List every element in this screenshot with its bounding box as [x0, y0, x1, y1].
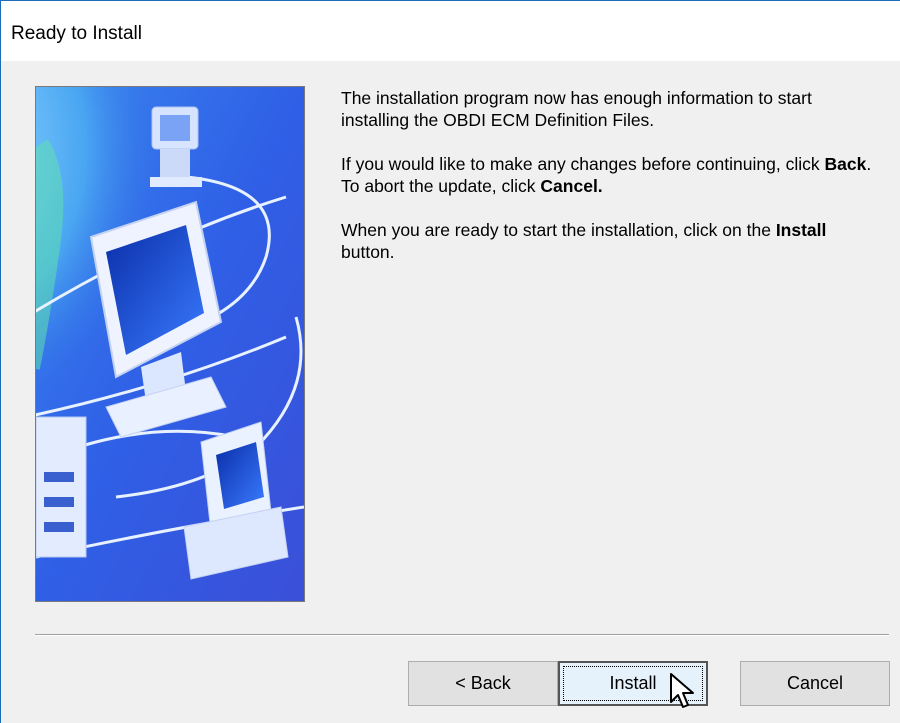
server-icon — [36, 416, 87, 558]
install-button-label: Install — [609, 673, 657, 693]
header-panel: Ready to Install — [1, 1, 900, 61]
instruction-text: The installation program now has enough … — [341, 87, 881, 285]
cancel-button[interactable]: Cancel — [740, 661, 890, 706]
changes-paragraph: If you would like to make any changes be… — [341, 154, 872, 196]
cancel-keyword: Cancel. — [540, 176, 603, 196]
installer-window: Ready to Install The installation progra… — [0, 0, 900, 723]
installer-graphic — [35, 86, 305, 602]
mouse-cursor-icon — [670, 673, 694, 708]
separator-line — [35, 634, 889, 636]
page-title: Ready to Install — [11, 23, 142, 44]
back-keyword: Back — [824, 154, 867, 174]
back-button[interactable]: < Back — [408, 661, 558, 706]
install-keyword: Install — [775, 220, 827, 240]
ready-paragraph: When you are ready to start the installa… — [341, 220, 827, 262]
info-paragraph: The installation program now has enough … — [341, 88, 812, 130]
